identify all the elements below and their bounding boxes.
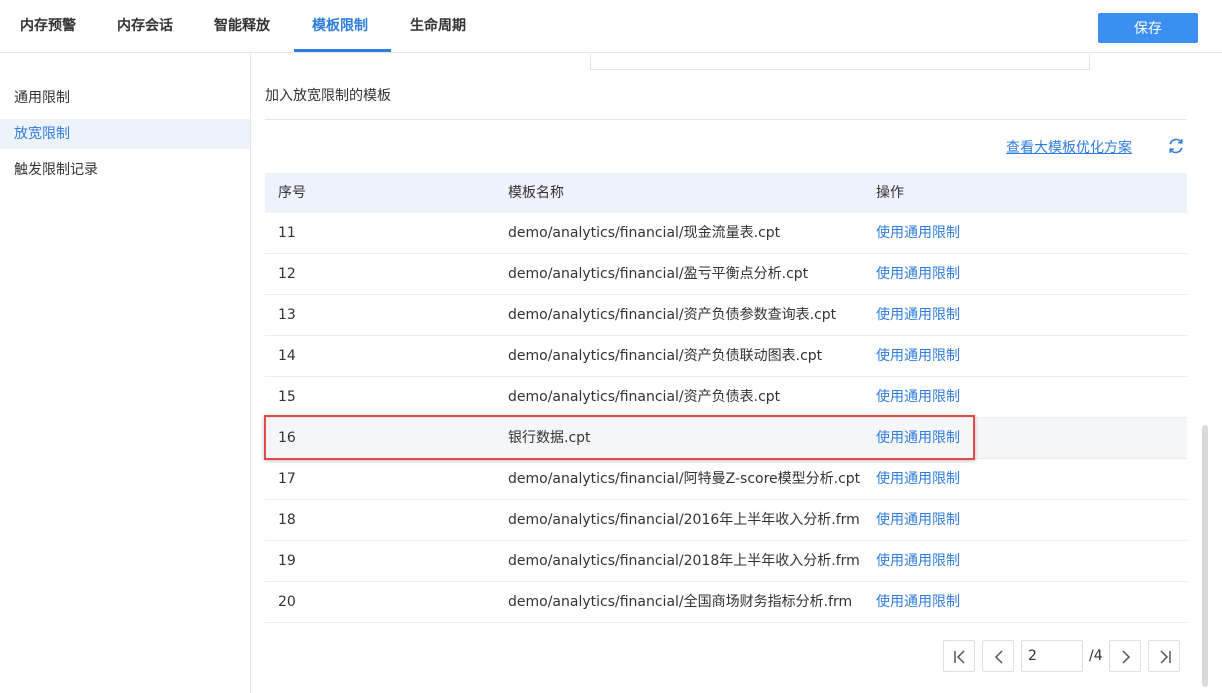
sidebar-item-relaxed-limit[interactable]: 放宽限制: [0, 119, 250, 149]
table-row: 15 demo/analytics/financial/资产负债表.cpt 使用通用…: [265, 377, 1187, 418]
prev-page-button[interactable]: [982, 640, 1014, 672]
table-row: 16 银行数据.cpt 使用通用限制: [265, 418, 1187, 459]
use-general-limit-link[interactable]: 使用通用限制: [876, 295, 960, 335]
last-page-icon: [1160, 650, 1171, 664]
table-row: 19 demo/analytics/financial/2018年上半年收入分析.…: [265, 541, 1187, 582]
use-general-limit-link[interactable]: 使用通用限制: [876, 254, 960, 294]
use-general-limit-link[interactable]: 使用通用限制: [876, 418, 960, 458]
refresh-icon[interactable]: [1166, 136, 1186, 156]
row-index: 14: [278, 348, 296, 364]
use-general-limit-link[interactable]: 使用通用限制: [876, 500, 960, 540]
table-header: 序号 模板名称 操作: [265, 173, 1187, 213]
header-template-name: 模板名称: [508, 185, 564, 201]
optimize-plan-link[interactable]: 查看大模板优化方案: [1006, 137, 1132, 157]
first-page-button[interactable]: [943, 640, 975, 672]
sidebar: 通用限制 放宽限制 触发限制记录: [0, 54, 251, 693]
search-input-remnant[interactable]: [590, 54, 1090, 70]
table-row: 11 demo/analytics/financial/现金流量表.cpt 使用通用…: [265, 213, 1187, 254]
tab-template-limit[interactable]: 模板限制: [312, 0, 368, 53]
row-template-name: demo/analytics/financial/2016年上半年收入分析.fr…: [508, 512, 860, 528]
row-index: 12: [278, 266, 296, 282]
scrollbar-thumb[interactable]: [1202, 425, 1208, 687]
table-row: 17 demo/analytics/financial/阿特曼Z-score模型分…: [265, 459, 1187, 500]
last-page-button[interactable]: [1148, 640, 1180, 672]
top-tab-bar: 内存预警 内存会话 智能释放 模板限制 生命周期 保存: [0, 0, 1222, 53]
use-general-limit-link[interactable]: 使用通用限制: [876, 459, 960, 499]
sidebar-item-general-limit[interactable]: 通用限制: [0, 83, 250, 113]
table-row: 20 demo/analytics/financial/全国商场财务指标分析.fr…: [265, 582, 1187, 623]
table-row: 14 demo/analytics/financial/资产负债联动图表.cpt 使…: [265, 336, 1187, 377]
page-total: /4: [1089, 648, 1103, 664]
chevron-right-icon: [1122, 650, 1131, 664]
table-body: 11 demo/analytics/financial/现金流量表.cpt 使用通用…: [265, 213, 1187, 623]
row-index: 18: [278, 512, 296, 528]
first-page-icon: [954, 650, 965, 664]
tab-memory-session[interactable]: 内存会话: [117, 0, 173, 53]
chevron-left-icon: [994, 650, 1003, 664]
section-title: 加入放宽限制的模板: [265, 88, 391, 104]
table-row: 13 demo/analytics/financial/资产负债参数查询表.cpt…: [265, 295, 1187, 336]
row-index: 15: [278, 389, 296, 405]
tab-smart-release[interactable]: 智能释放: [214, 0, 270, 53]
use-general-limit-link[interactable]: 使用通用限制: [876, 582, 960, 622]
row-template-name: demo/analytics/financial/资产负债表.cpt: [508, 389, 781, 405]
row-template-name: demo/analytics/financial/资产负债参数查询表.cpt: [508, 307, 837, 323]
row-template-name: demo/analytics/financial/资产负债联动图表.cpt: [508, 348, 823, 364]
row-index: 13: [278, 307, 296, 323]
row-index: 16: [278, 430, 296, 446]
row-index: 20: [278, 594, 296, 610]
row-template-name: demo/analytics/financial/2018年上半年收入分析.fr…: [508, 553, 860, 569]
row-template-name: demo/analytics/financial/盈亏平衡点分析.cpt: [508, 266, 809, 282]
use-general-limit-link[interactable]: 使用通用限制: [876, 541, 960, 581]
template-table: 序号 模板名称 操作 11 demo/analytics/financial/现金…: [265, 173, 1187, 623]
row-index: 17: [278, 471, 296, 487]
use-general-limit-link[interactable]: 使用通用限制: [876, 377, 960, 417]
page-number-input[interactable]: [1021, 640, 1083, 672]
section-divider: [265, 119, 1187, 120]
sidebar-item-trigger-records[interactable]: 触发限制记录: [0, 155, 250, 185]
header-action: 操作: [876, 185, 904, 201]
row-index: 19: [278, 553, 296, 569]
table-row: 18 demo/analytics/financial/2016年上半年收入分析.…: [265, 500, 1187, 541]
use-general-limit-link[interactable]: 使用通用限制: [876, 213, 960, 253]
tab-memory-warning[interactable]: 内存预警: [20, 0, 76, 53]
next-page-button[interactable]: [1109, 640, 1141, 672]
table-row: 12 demo/analytics/financial/盈亏平衡点分析.cpt 使用…: [265, 254, 1187, 295]
save-button[interactable]: 保存: [1098, 13, 1198, 43]
row-template-name: demo/analytics/financial/现金流量表.cpt: [508, 225, 781, 241]
active-tab-indicator: [294, 49, 391, 52]
row-template-name: demo/analytics/financial/阿特曼Z-score模型分析.…: [508, 471, 861, 487]
use-general-limit-link[interactable]: 使用通用限制: [876, 336, 960, 376]
row-template-name: demo/analytics/financial/全国商场财务指标分析.frm: [508, 594, 853, 610]
tab-lifecycle[interactable]: 生命周期: [410, 0, 466, 53]
header-index: 序号: [278, 185, 306, 201]
row-template-name: 银行数据.cpt: [508, 430, 591, 446]
row-index: 11: [278, 225, 296, 241]
